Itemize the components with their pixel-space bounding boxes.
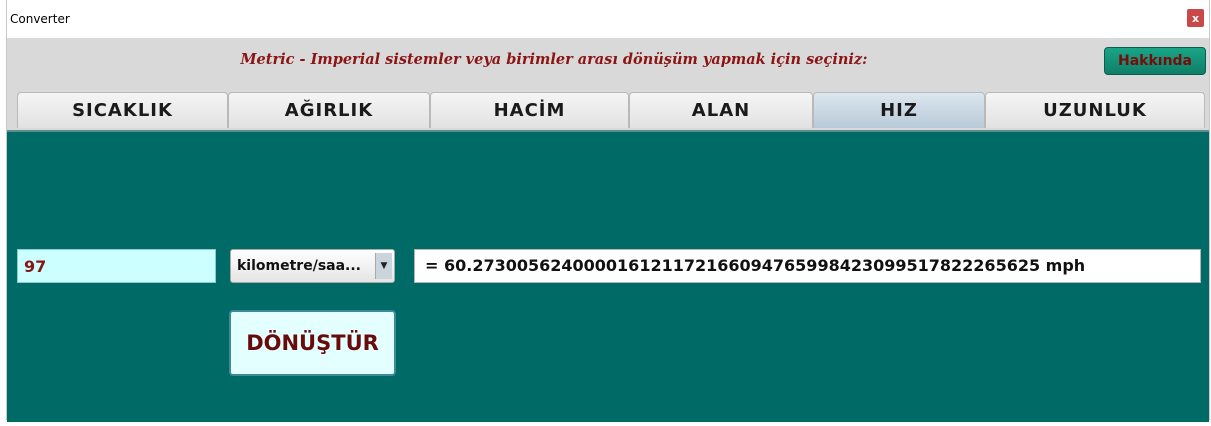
tab-bar: SICAKLIK AĞIRLIK HACİM ALAN HIZ UZUNLUK — [17, 92, 1205, 129]
close-button[interactable]: x — [1187, 9, 1204, 27]
unit-dropdown-label: kilometre/saa... — [237, 258, 361, 274]
converter-window: Converter x Metric - Imperial sistemler … — [6, 0, 1210, 422]
close-icon: x — [1191, 11, 1200, 25]
unit-dropdown[interactable]: kilometre/saa... ▼ — [230, 249, 395, 283]
window-title: Converter — [10, 12, 70, 26]
title-bar: Converter x — [7, 0, 1209, 38]
tab-agirlik[interactable]: AĞIRLIK — [228, 92, 430, 128]
tab-uzunluk[interactable]: UZUNLUK — [985, 92, 1205, 128]
tab-hiz[interactable]: HIZ — [813, 92, 985, 128]
convert-button[interactable]: DÖNÜŞTÜR — [229, 310, 396, 376]
tab-sicaklik[interactable]: SICAKLIK — [17, 92, 228, 128]
result-field: = 60.27300562400001612117216609476599842… — [414, 249, 1201, 283]
page-subtitle: Metric - Imperial sistemler veya birimle… — [240, 51, 868, 68]
converter-panel: kilometre/saa... ▼ = 60.2730056240000161… — [7, 130, 1209, 422]
dropdown-arrow-icon[interactable]: ▼ — [375, 253, 392, 279]
tab-hacim[interactable]: HACİM — [430, 92, 629, 128]
value-input[interactable] — [17, 249, 216, 283]
tab-alan[interactable]: ALAN — [629, 92, 813, 128]
about-button[interactable]: Hakkında — [1104, 47, 1206, 75]
